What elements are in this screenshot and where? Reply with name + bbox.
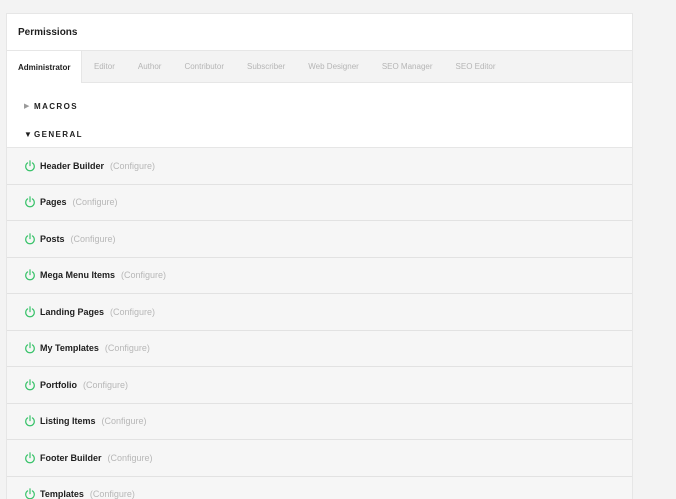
- configure-link[interactable]: (Configure): [102, 416, 147, 426]
- permission-list: Header Builder (Configure) Pages (Config…: [7, 147, 632, 499]
- configure-link[interactable]: (Configure): [121, 270, 166, 280]
- configure-link[interactable]: (Configure): [73, 197, 118, 207]
- tab-seo-manager[interactable]: SEO Manager: [370, 51, 444, 82]
- tab-author[interactable]: Author: [126, 51, 173, 82]
- permission-name: Landing Pages: [40, 306, 105, 317]
- permission-row-footer-builder: Footer Builder (Configure): [7, 440, 632, 477]
- power-icon[interactable]: [24, 488, 36, 499]
- configure-link[interactable]: (Configure): [110, 161, 155, 171]
- tab-subscriber[interactable]: Subscriber: [236, 51, 297, 82]
- power-icon[interactable]: [24, 232, 36, 245]
- permission-name: Mega Menu Items: [40, 270, 116, 281]
- power-icon[interactable]: [24, 196, 36, 208]
- permission-row-templates: Templates (Configure): [7, 476, 632, 499]
- power-icon[interactable]: [24, 159, 36, 172]
- permission-row-listing-items: Listing Items (Configure): [7, 403, 632, 440]
- permission-name: Listing Items: [40, 416, 96, 427]
- configure-link[interactable]: (Configure): [105, 343, 150, 353]
- panel-title: Permissions: [18, 26, 78, 38]
- configure-link[interactable]: (Configure): [108, 453, 153, 463]
- permission-row-posts: Posts (Configure): [7, 221, 632, 258]
- power-icon[interactable]: [24, 415, 36, 427]
- permission-name: Templates: [40, 489, 84, 499]
- tab-seo-editor[interactable]: SEO Editor: [444, 51, 507, 82]
- power-icon[interactable]: [24, 305, 36, 318]
- power-icon[interactable]: [24, 451, 36, 464]
- section-label-macros: MACROS: [34, 101, 78, 111]
- section-toggle-general[interactable]: ▼ GENERAL: [7, 120, 632, 148]
- tab-web-designer[interactable]: Web Designer: [297, 51, 371, 82]
- role-tabs: Administrator Editor Author Contributor …: [7, 51, 632, 83]
- tab-contributor[interactable]: Contributor: [173, 51, 236, 82]
- configure-link[interactable]: (Configure): [71, 234, 116, 244]
- permission-name: My Templates: [40, 343, 99, 354]
- configure-link[interactable]: (Configure): [83, 380, 128, 390]
- power-icon[interactable]: [24, 269, 36, 281]
- permission-name: Header Builder: [40, 160, 105, 171]
- power-icon[interactable]: [24, 342, 36, 354]
- section-label-general: GENERAL: [34, 129, 83, 139]
- configure-link[interactable]: (Configure): [110, 307, 155, 317]
- permission-row-header-builder: Header Builder (Configure): [7, 148, 632, 185]
- permission-row-my-templates: My Templates (Configure): [7, 330, 632, 367]
- permission-row-landing-pages: Landing Pages (Configure): [7, 294, 632, 331]
- permission-name: Portfolio: [40, 379, 77, 390]
- configure-link[interactable]: (Configure): [90, 489, 135, 499]
- section-toggle-macros[interactable]: ▶ MACROS: [7, 92, 632, 120]
- permission-name: Posts: [40, 233, 65, 244]
- tab-editor[interactable]: Editor: [82, 51, 126, 82]
- permission-name: Footer Builder: [40, 452, 102, 463]
- caret-down-icon: ▼: [24, 129, 32, 139]
- permission-row-pages: Pages (Configure): [7, 184, 632, 221]
- caret-right-icon: ▶: [24, 103, 30, 110]
- panel-header: Permissions: [7, 14, 632, 51]
- tab-administrator[interactable]: Administrator: [7, 51, 83, 83]
- power-icon[interactable]: [24, 378, 36, 391]
- permissions-panel: Permissions Administrator Editor Author …: [6, 13, 633, 499]
- permission-row-portfolio: Portfolio (Configure): [7, 367, 632, 404]
- permission-row-mega-menu-items: Mega Menu Items (Configure): [7, 257, 632, 294]
- permission-name: Pages: [40, 197, 67, 208]
